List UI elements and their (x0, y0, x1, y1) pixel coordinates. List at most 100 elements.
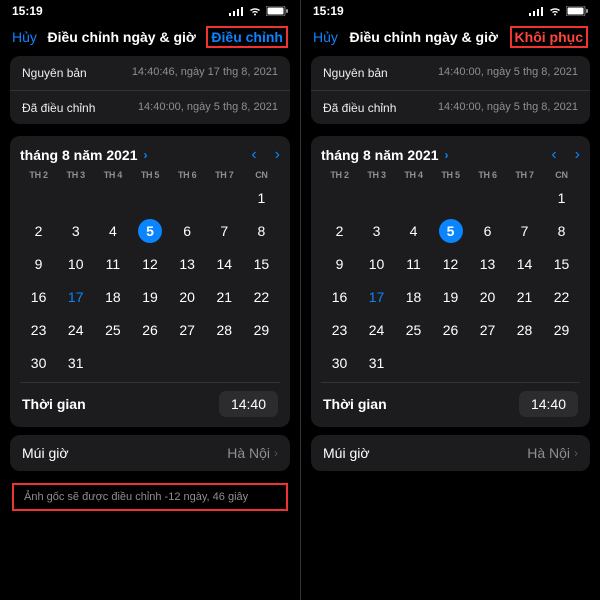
calendar-day[interactable]: 13 (169, 249, 206, 279)
time-row: Thời gian 14:40 (20, 382, 280, 427)
calendar-day[interactable]: 12 (432, 249, 469, 279)
calendar-day[interactable]: 23 (20, 315, 57, 345)
calendar-day[interactable]: 4 (395, 216, 432, 246)
dow-label: CN (543, 170, 580, 180)
calendar-day[interactable]: 13 (469, 249, 506, 279)
month-nav: ‹ › (251, 146, 280, 164)
month-selector[interactable]: tháng 8 năm 2021 › (20, 147, 148, 163)
calendar-day[interactable]: 16 (20, 282, 57, 312)
calendar-day[interactable]: 10 (358, 249, 395, 279)
calendar-day[interactable]: 10 (57, 249, 94, 279)
calendar-day[interactable]: 11 (94, 249, 131, 279)
original-label: Nguyên bản (22, 66, 87, 80)
timezone-row[interactable]: Múi giờ Hà Nội › (311, 435, 590, 471)
calendar-day[interactable]: 5 (131, 216, 168, 246)
calendar-day[interactable]: 17 (358, 282, 395, 312)
calendar-day[interactable]: 8 (543, 216, 580, 246)
content: Nguyên bản 14:40:00, ngày 5 thg 8, 2021 … (301, 56, 600, 600)
cancel-button[interactable]: Hủy (313, 29, 338, 45)
calendar-day[interactable]: 7 (506, 216, 543, 246)
calendar-day[interactable]: 3 (358, 216, 395, 246)
calendar-day[interactable]: 3 (57, 216, 94, 246)
calendar-day[interactable]: 15 (543, 249, 580, 279)
calendar-day[interactable]: 19 (131, 282, 168, 312)
calendar-cell-empty (169, 183, 206, 213)
calendar-day[interactable]: 29 (243, 315, 280, 345)
calendar-day[interactable]: 22 (243, 282, 280, 312)
calendar-day[interactable]: 21 (206, 282, 243, 312)
signal-icon (229, 6, 244, 16)
calendar-day[interactable]: 17 (57, 282, 94, 312)
calendar-day[interactable]: 30 (321, 348, 358, 378)
calendar-card: tháng 8 năm 2021 › ‹ › TH 2TH 3TH 4TH 5T… (10, 136, 290, 427)
calendar-day[interactable]: 26 (432, 315, 469, 345)
calendar-day[interactable]: 9 (20, 249, 57, 279)
calendar-day[interactable]: 1 (243, 183, 280, 213)
calendar-day[interactable]: 25 (94, 315, 131, 345)
calendar-day[interactable]: 19 (432, 282, 469, 312)
calendar-day[interactable]: 16 (321, 282, 358, 312)
restore-button[interactable]: Khôi phục (510, 26, 588, 48)
calendar-day[interactable]: 21 (506, 282, 543, 312)
calendar-cell-empty (395, 183, 432, 213)
calendar-day[interactable]: 2 (20, 216, 57, 246)
calendar-day[interactable]: 28 (506, 315, 543, 345)
calendar-day[interactable]: 18 (395, 282, 432, 312)
calendar-day[interactable]: 30 (20, 348, 57, 378)
calendar-day[interactable]: 1 (543, 183, 580, 213)
calendar-day[interactable]: 20 (469, 282, 506, 312)
nav-bar: Hủy Điều chỉnh ngày & giờ Điều chỉnh (0, 20, 300, 56)
calendar-day[interactable]: 12 (131, 249, 168, 279)
calendar-day[interactable]: 8 (243, 216, 280, 246)
adjusted-value: 14:40:00, ngày 5 thg 8, 2021 (138, 101, 278, 115)
calendar-day[interactable]: 4 (94, 216, 131, 246)
timezone-label: Múi giờ (323, 445, 370, 461)
calendar-day[interactable]: 23 (321, 315, 358, 345)
prev-month-button[interactable]: ‹ (251, 146, 256, 164)
calendar-day[interactable]: 28 (206, 315, 243, 345)
calendar-day[interactable]: 27 (469, 315, 506, 345)
calendar-day[interactable]: 5 (432, 216, 469, 246)
calendar-day[interactable]: 31 (358, 348, 395, 378)
calendar-day[interactable]: 14 (506, 249, 543, 279)
calendar-day[interactable]: 11 (395, 249, 432, 279)
next-month-button[interactable]: › (275, 146, 280, 164)
next-month-button[interactable]: › (575, 146, 580, 164)
calendar-cell-empty (432, 183, 469, 213)
calendar-day[interactable]: 27 (169, 315, 206, 345)
footer-note: Ảnh gốc sẽ được điều chỉnh -12 ngày, 46 … (12, 483, 288, 511)
calendar-day[interactable]: 25 (395, 315, 432, 345)
time-picker[interactable]: 14:40 (519, 391, 578, 417)
chevron-right-icon: › (445, 148, 449, 162)
calendar-grid: 1234567891011121314151617181920212223242… (321, 183, 580, 378)
cancel-button[interactable]: Hủy (12, 29, 37, 45)
original-row: Nguyên bản 14:40:00, ngày 5 thg 8, 2021 (311, 56, 590, 90)
screen-left: 15:19 Hủy Điều chỉnh ngày & giờ Điều chỉ… (0, 0, 300, 600)
calendar-day[interactable]: 15 (243, 249, 280, 279)
chevron-right-icon: › (574, 446, 578, 460)
calendar-day[interactable]: 18 (94, 282, 131, 312)
calendar-day[interactable]: 7 (206, 216, 243, 246)
nav-title: Điều chỉnh ngày & giờ (47, 29, 195, 45)
status-time: 15:19 (12, 4, 43, 18)
calendar-day[interactable]: 2 (321, 216, 358, 246)
time-picker[interactable]: 14:40 (219, 391, 278, 417)
prev-month-button[interactable]: ‹ (551, 146, 556, 164)
time-label: Thời gian (323, 396, 387, 412)
calendar-day[interactable]: 24 (358, 315, 395, 345)
timezone-row[interactable]: Múi giờ Hà Nội › (10, 435, 290, 471)
calendar-day[interactable]: 24 (57, 315, 94, 345)
status-bar: 15:19 (301, 0, 600, 20)
calendar-day[interactable]: 9 (321, 249, 358, 279)
month-label: tháng 8 năm 2021 (321, 147, 439, 163)
adjust-button[interactable]: Điều chỉnh (206, 26, 288, 48)
calendar-day[interactable]: 20 (169, 282, 206, 312)
calendar-day[interactable]: 14 (206, 249, 243, 279)
calendar-day[interactable]: 29 (543, 315, 580, 345)
month-selector[interactable]: tháng 8 năm 2021 › (321, 147, 449, 163)
calendar-day[interactable]: 6 (469, 216, 506, 246)
calendar-day[interactable]: 6 (169, 216, 206, 246)
calendar-day[interactable]: 26 (131, 315, 168, 345)
calendar-day[interactable]: 31 (57, 348, 94, 378)
calendar-day[interactable]: 22 (543, 282, 580, 312)
